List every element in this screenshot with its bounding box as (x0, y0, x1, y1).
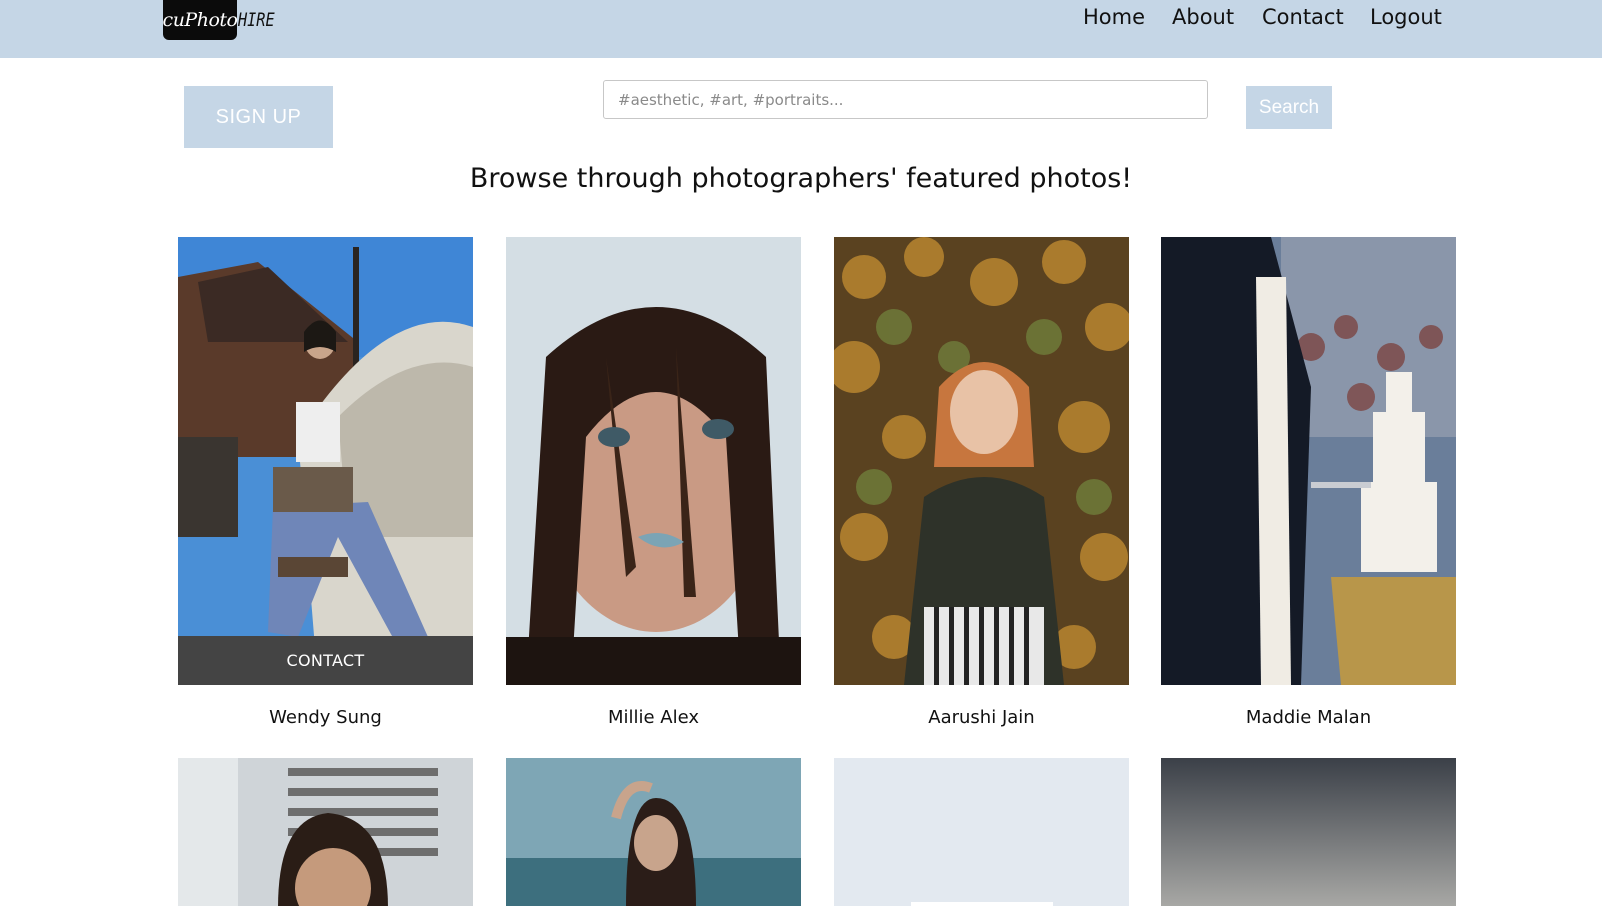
featured-photo[interactable] (178, 758, 473, 906)
logo[interactable]: cuPhoto HIRE (163, 0, 284, 40)
top-navbar: cuPhoto HIRE Home About Contact Logout (0, 0, 1602, 58)
featured-photo[interactable] (1161, 237, 1456, 685)
logo-mark: cuPhoto (163, 0, 238, 40)
sign-up-button[interactable]: SIGN UP (184, 86, 333, 148)
featured-photo[interactable] (834, 758, 1129, 906)
nav-logout-link[interactable]: Logout (1370, 5, 1442, 29)
page-title: Browse through photographers' featured p… (469, 163, 1133, 194)
contact-button[interactable]: CONTACT (178, 636, 473, 685)
nav-home-link[interactable]: Home (1083, 5, 1145, 29)
photographer-name: Wendy Sung (269, 707, 382, 728)
featured-photo[interactable] (1161, 758, 1456, 906)
photographer-name: Maddie Malan (1245, 707, 1372, 728)
nav-contact-link[interactable]: Contact (1262, 5, 1344, 29)
featured-photo[interactable]: CONTACT (178, 237, 473, 685)
photographer-name: Millie Alex (607, 707, 700, 728)
featured-photo[interactable] (506, 758, 801, 906)
search-input[interactable] (603, 80, 1208, 119)
featured-photo[interactable] (834, 237, 1129, 685)
featured-photo[interactable] (506, 237, 801, 685)
nav-about-link[interactable]: About (1172, 5, 1234, 29)
logo-suffix: HIRE (238, 9, 275, 31)
photographer-name: Aarushi Jain (928, 707, 1035, 728)
search-button[interactable]: Search (1246, 86, 1332, 129)
